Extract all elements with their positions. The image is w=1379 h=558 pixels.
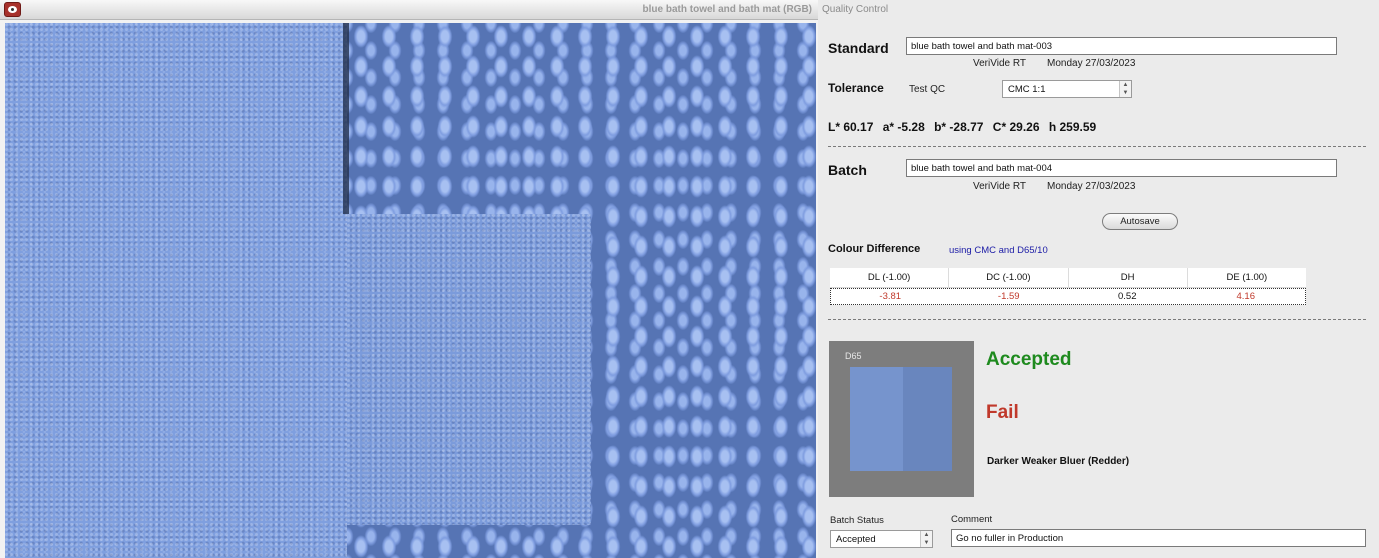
header-dl: DL (-1.00) <box>830 268 950 287</box>
batch-label: Batch <box>828 162 867 178</box>
verdict-fail: Fail <box>986 402 1019 423</box>
lab-h-value: h 259.59 <box>1048 120 1097 134</box>
quality-control-app: blue bath towel and bath mat (RGB) Quali… <box>0 0 1379 558</box>
spinner-arrows-icon[interactable]: ▲ ▼ <box>920 531 932 547</box>
header-dc: DC (-1.00) <box>949 268 1069 287</box>
autosave-button[interactable]: Autosave <box>1102 213 1178 230</box>
table-header-row: DL (-1.00) DC (-1.00) DH DE (1.00) <box>830 268 1306 288</box>
header-de: DE (1.00) <box>1226 272 1268 283</box>
lab-b-value: b* -28.77 <box>934 120 984 134</box>
value-de: 4.16 <box>1236 291 1256 302</box>
tolerance-formula-select[interactable]: CMC 1:1 ▲ ▼ <box>1002 80 1132 98</box>
batch-status-value: Accepted <box>836 534 876 545</box>
viewer-title: blue bath towel and bath mat (RGB) <box>642 4 812 15</box>
value-dc: -1.59 <box>997 291 1020 302</box>
illuminant-label: D65 <box>845 351 862 361</box>
lab-c-value: C* 29.26 <box>992 120 1040 134</box>
batch-device: VeriVide RT <box>973 181 1026 192</box>
table-row[interactable]: -3.81 -1.59 0.52 4.16 <box>830 288 1306 305</box>
lab-a-value: a* -5.28 <box>882 120 925 134</box>
batch-status-select[interactable]: Accepted ▲ ▼ <box>830 530 933 548</box>
viewer-titlebar: blue bath towel and bath mat (RGB) <box>0 0 818 20</box>
value-dh: 0.52 <box>1118 291 1137 302</box>
header-dh: DH <box>1069 268 1188 287</box>
colour-difference-table: DL (-1.00) DC (-1.00) DH DE (1.00) -3.81… <box>830 268 1306 305</box>
standard-swatch <box>850 367 903 471</box>
panel-title: Quality Control <box>822 4 889 15</box>
app-eye-icon[interactable] <box>4 2 21 17</box>
tolerance-label: Tolerance <box>828 81 884 95</box>
section-divider <box>828 146 1366 147</box>
batch-date: Monday 27/03/2023 <box>1047 181 1136 192</box>
section-divider <box>828 319 1366 320</box>
batch-towel-texture <box>347 214 591 525</box>
colour-difference-label: Colour Difference <box>828 243 921 255</box>
image-viewer: blue bath towel and bath mat (RGB) <box>0 0 818 558</box>
colour-description: Darker Weaker Bluer (Redder) <box>987 456 1130 467</box>
standard-lab-values: L* 60.17 a* -5.28 b* -28.77 C* 29.26 h 2… <box>828 120 1102 134</box>
verdict-accepted: Accepted <box>986 349 1072 370</box>
image-seam <box>343 23 349 214</box>
value-dl: -3.81 <box>879 291 902 302</box>
tolerance-name: Test QC <box>909 84 946 95</box>
colour-difference-method: using CMC and D65/10 <box>949 245 1048 256</box>
qc-panel: Quality Control Standard blue bath towel… <box>818 0 1379 558</box>
batch-status-label: Batch Status <box>830 515 884 526</box>
standard-towel-texture <box>5 23 347 558</box>
standard-device: VeriVide RT <box>973 58 1026 69</box>
batch-swatch <box>903 367 952 471</box>
lab-l-value: L* 60.17 <box>828 120 874 134</box>
comment-field[interactable]: Go no fuller in Production <box>951 529 1366 547</box>
tolerance-formula-value: CMC 1:1 <box>1008 84 1046 95</box>
sample-image[interactable] <box>5 23 816 558</box>
colour-swatch: D65 <box>829 341 974 497</box>
standard-label: Standard <box>828 40 889 56</box>
comment-label: Comment <box>951 514 993 525</box>
standard-name-field[interactable]: blue bath towel and bath mat-003 <box>906 37 1337 55</box>
spinner-arrows-icon[interactable]: ▲ ▼ <box>1119 81 1131 97</box>
batch-name-field[interactable]: blue bath towel and bath mat-004 <box>906 159 1337 177</box>
standard-date: Monday 27/03/2023 <box>1047 58 1136 69</box>
